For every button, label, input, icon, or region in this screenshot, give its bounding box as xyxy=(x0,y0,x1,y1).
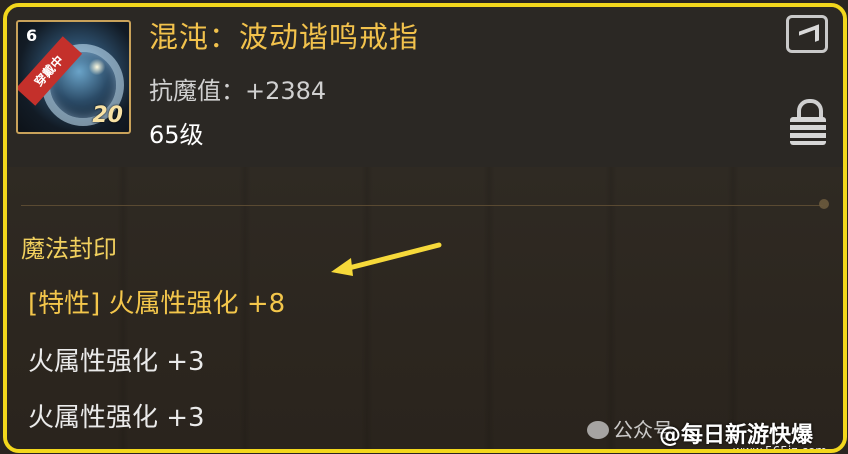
item-icon[interactable]: 6 穿戴中 20 xyxy=(16,20,131,134)
item-level: 65级 xyxy=(149,121,204,149)
item-header: 6 穿戴中 20 混沌：波动谐鸣戒指 抗魔值：+2384 65级 xyxy=(7,7,843,167)
lock-icon[interactable] xyxy=(790,99,826,147)
enhance-badge: 20 xyxy=(92,103,123,128)
wechat-icon xyxy=(587,421,609,439)
item-stat: 抗魔值：+2384 xyxy=(149,77,327,105)
seal-line: [特性] 火属性强化 +8 xyxy=(28,289,286,319)
icon-top-label: 6 xyxy=(26,26,38,45)
item-tooltip: 6 穿戴中 20 混沌：波动谐鸣戒指 抗魔值：+2384 65级 魔法封印 [特… xyxy=(3,3,847,453)
item-name: 混沌：波动谐鸣戒指 xyxy=(149,20,420,54)
section-title: 魔法封印 xyxy=(21,235,117,263)
sparkle-graphic xyxy=(88,58,106,76)
share-icon[interactable] xyxy=(786,15,828,53)
arrow-annotation-icon xyxy=(331,242,442,276)
seal-line: 火属性强化 +3 xyxy=(28,347,205,377)
seal-line: 火属性强化 +3 xyxy=(28,403,205,433)
lock-body xyxy=(790,117,826,145)
divider-ornament xyxy=(819,199,829,209)
watermark-url: www.565jz.com xyxy=(732,444,827,453)
divider xyxy=(21,205,823,206)
